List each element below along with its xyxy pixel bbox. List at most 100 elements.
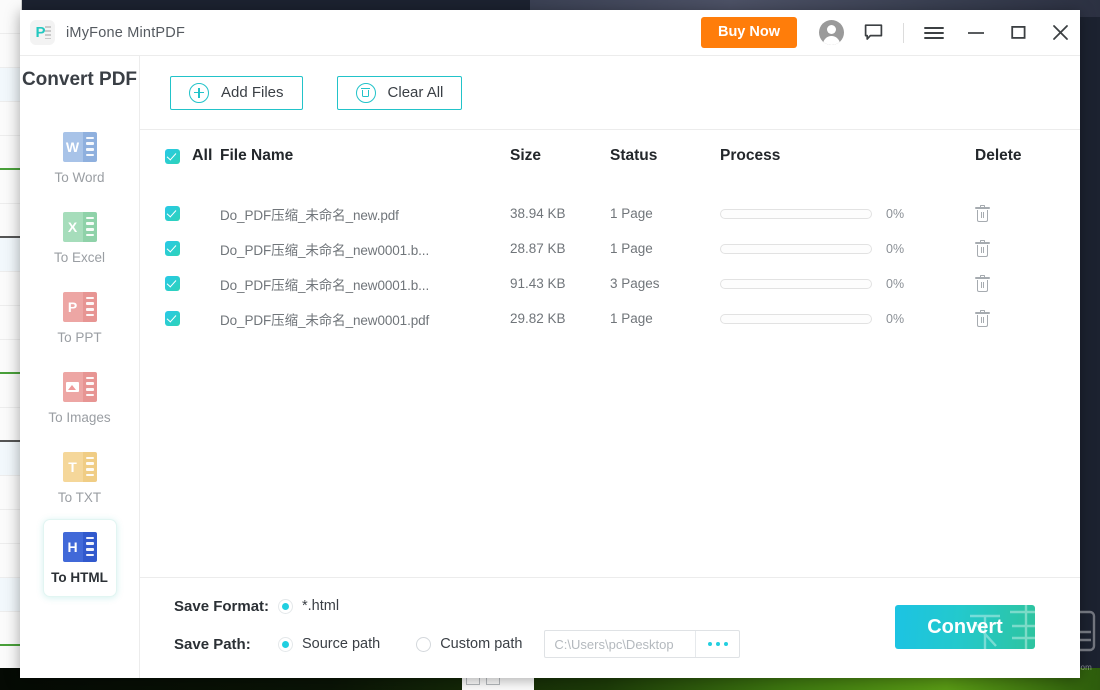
custom-path-option[interactable]: Custom path — [416, 636, 522, 652]
header-file-name: File Name — [220, 147, 294, 165]
row-progress-bar — [720, 243, 872, 254]
sidebar: Convert PDF W To Word X To Excel P To PP… — [20, 56, 140, 678]
browse-path-button[interactable] — [695, 631, 739, 657]
table-row[interactable]: Do_PDF压缩_未命名_new0001.b... 28.87 KB 1 Pag… — [140, 231, 1080, 266]
title-bar: P iMyFone MintPDF Buy Now — [20, 10, 1080, 56]
application-window: P iMyFone MintPDF Buy Now Convert PDF W … — [20, 10, 1080, 678]
trash-circle-icon — [355, 82, 376, 103]
buy-now-button[interactable]: Buy Now — [700, 17, 797, 48]
custom-path-label: Custom path — [440, 636, 523, 652]
row-delete-icon[interactable] — [975, 275, 990, 292]
save-path-row: Save Path: Source path Custom path C:\Us… — [174, 630, 741, 658]
sidebar-item-to-html[interactable]: H To HTML — [42, 519, 117, 597]
clear-all-button[interactable]: Clear All — [336, 75, 463, 110]
row-progress-bar — [720, 313, 872, 324]
save-format-row: Save Format: *.html — [174, 598, 740, 614]
menu-button[interactable] — [914, 10, 954, 56]
save-path-input[interactable]: C:\Users\pc\Desktop — [545, 637, 695, 652]
format-html-radio[interactable] — [278, 598, 293, 614]
row-checkbox[interactable] — [165, 276, 180, 291]
row-checkbox[interactable] — [165, 241, 180, 256]
row-status: 3 Pages — [610, 276, 660, 291]
main-content: Add Files Clear All All File Name Size S… — [140, 56, 1080, 678]
source-path-radio[interactable] — [278, 636, 293, 652]
row-file-name: Do_PDF压缩_未命名_new.pdf — [220, 207, 399, 223]
row-percent: 0% — [886, 241, 905, 256]
row-file-name: Do_PDF压缩_未命名_new0001.b... — [220, 242, 430, 258]
to-ppt-icon-letter: P — [62, 291, 83, 322]
add-files-label: Add Files — [221, 84, 284, 101]
minimize-icon — [968, 31, 984, 34]
row-status: 1 Page — [610, 311, 653, 326]
to-txt-icon: T — [62, 451, 97, 482]
settings-group: Save Format: *.html Save Path: Source pa… — [174, 598, 741, 658]
custom-path-radio[interactable] — [416, 636, 432, 652]
background-window-sliver — [0, 0, 22, 668]
file-toolbar: Add Files Clear All — [140, 56, 1080, 130]
to-excel-icon-letter: X — [62, 211, 83, 242]
sidebar-label-to-html: To HTML — [51, 569, 108, 585]
close-button[interactable] — [1040, 10, 1080, 56]
maximize-icon — [1010, 25, 1025, 39]
source-path-option[interactable]: Source path — [278, 636, 380, 652]
maximize-button[interactable] — [998, 10, 1038, 56]
add-files-button[interactable]: Add Files — [170, 75, 303, 110]
save-path-field[interactable]: C:\Users\pc\Desktop — [544, 630, 741, 658]
close-icon — [1052, 25, 1068, 40]
select-all-label: All — [192, 147, 213, 164]
row-progress-bar — [720, 208, 872, 219]
sidebar-item-to-images[interactable]: To Images — [43, 359, 117, 437]
file-table-header: All File Name Size Status Process Delete — [140, 130, 1080, 182]
save-format-label: Save Format: — [174, 597, 270, 615]
window-body: Convert PDF W To Word X To Excel P To PP… — [20, 56, 1080, 678]
select-all-checkbox[interactable] — [165, 148, 180, 164]
chat-icon — [864, 23, 882, 40]
settings-footer: Save Format: *.html Save Path: Source pa… — [140, 578, 1080, 678]
to-excel-icon: X — [62, 211, 97, 242]
to-images-icon — [62, 371, 97, 402]
table-row[interactable]: Do_PDF压缩_未命名_new0001.pdf 29.82 KB 1 Page… — [140, 301, 1080, 336]
table-row[interactable]: Do_PDF压缩_未命名_new0001.b... 91.43 KB 3 Pag… — [140, 266, 1080, 301]
feedback-button[interactable] — [853, 10, 893, 56]
row-percent: 0% — [886, 311, 905, 326]
sidebar-label-to-txt: To TXT — [57, 489, 102, 505]
to-html-icon-letter: H — [62, 531, 83, 562]
row-checkbox[interactable] — [165, 206, 180, 221]
row-delete-icon[interactable] — [975, 205, 990, 222]
row-progress-bar — [720, 278, 872, 289]
to-word-icon-letter: W — [62, 131, 83, 162]
sidebar-item-to-ppt[interactable]: P To PPT — [43, 279, 117, 357]
row-delete-icon[interactable] — [975, 310, 990, 327]
convert-button[interactable]: Convert — [895, 605, 1035, 649]
clear-all-label: Clear All — [387, 84, 444, 101]
sidebar-item-to-excel[interactable]: X To Excel — [43, 199, 117, 277]
row-percent: 0% — [886, 276, 905, 291]
sidebar-item-to-txt[interactable]: T To TXT — [43, 439, 117, 517]
account-icon — [818, 20, 844, 45]
logo-letter: P — [35, 24, 46, 41]
sidebar-label-to-images: To Images — [48, 409, 111, 425]
minimize-button[interactable] — [956, 10, 996, 56]
plus-circle-icon — [189, 82, 209, 103]
source-path-label: Source path — [302, 636, 381, 652]
hamburger-menu-icon — [924, 26, 944, 39]
sidebar-label-to-ppt: To PPT — [57, 329, 102, 345]
to-ppt-icon: P — [62, 291, 97, 322]
row-size: 28.87 KB — [510, 241, 566, 256]
row-file-name: Do_PDF压缩_未命名_new0001.b... — [220, 277, 430, 293]
row-percent: 0% — [886, 206, 905, 221]
format-html-option[interactable]: *.html — [278, 598, 339, 614]
sidebar-item-to-word[interactable]: W To Word — [43, 119, 117, 197]
format-html-label: *.html — [302, 598, 340, 614]
to-word-icon: W — [62, 131, 97, 162]
header-process: Process — [720, 147, 781, 165]
desktop-background: P iMyFone MintPDF Buy Now Convert PDF W … — [0, 0, 1100, 690]
titlebar-divider — [903, 22, 904, 43]
to-html-icon: H — [62, 531, 97, 562]
sidebar-label-to-excel: To Excel — [53, 249, 106, 265]
file-table: All File Name Size Status Process Delete… — [140, 130, 1080, 578]
account-button[interactable] — [811, 10, 851, 56]
table-row[interactable]: Do_PDF压缩_未命名_new.pdf 38.94 KB 1 Page 0% — [140, 196, 1080, 231]
row-delete-icon[interactable] — [975, 240, 990, 257]
row-checkbox[interactable] — [165, 311, 180, 326]
